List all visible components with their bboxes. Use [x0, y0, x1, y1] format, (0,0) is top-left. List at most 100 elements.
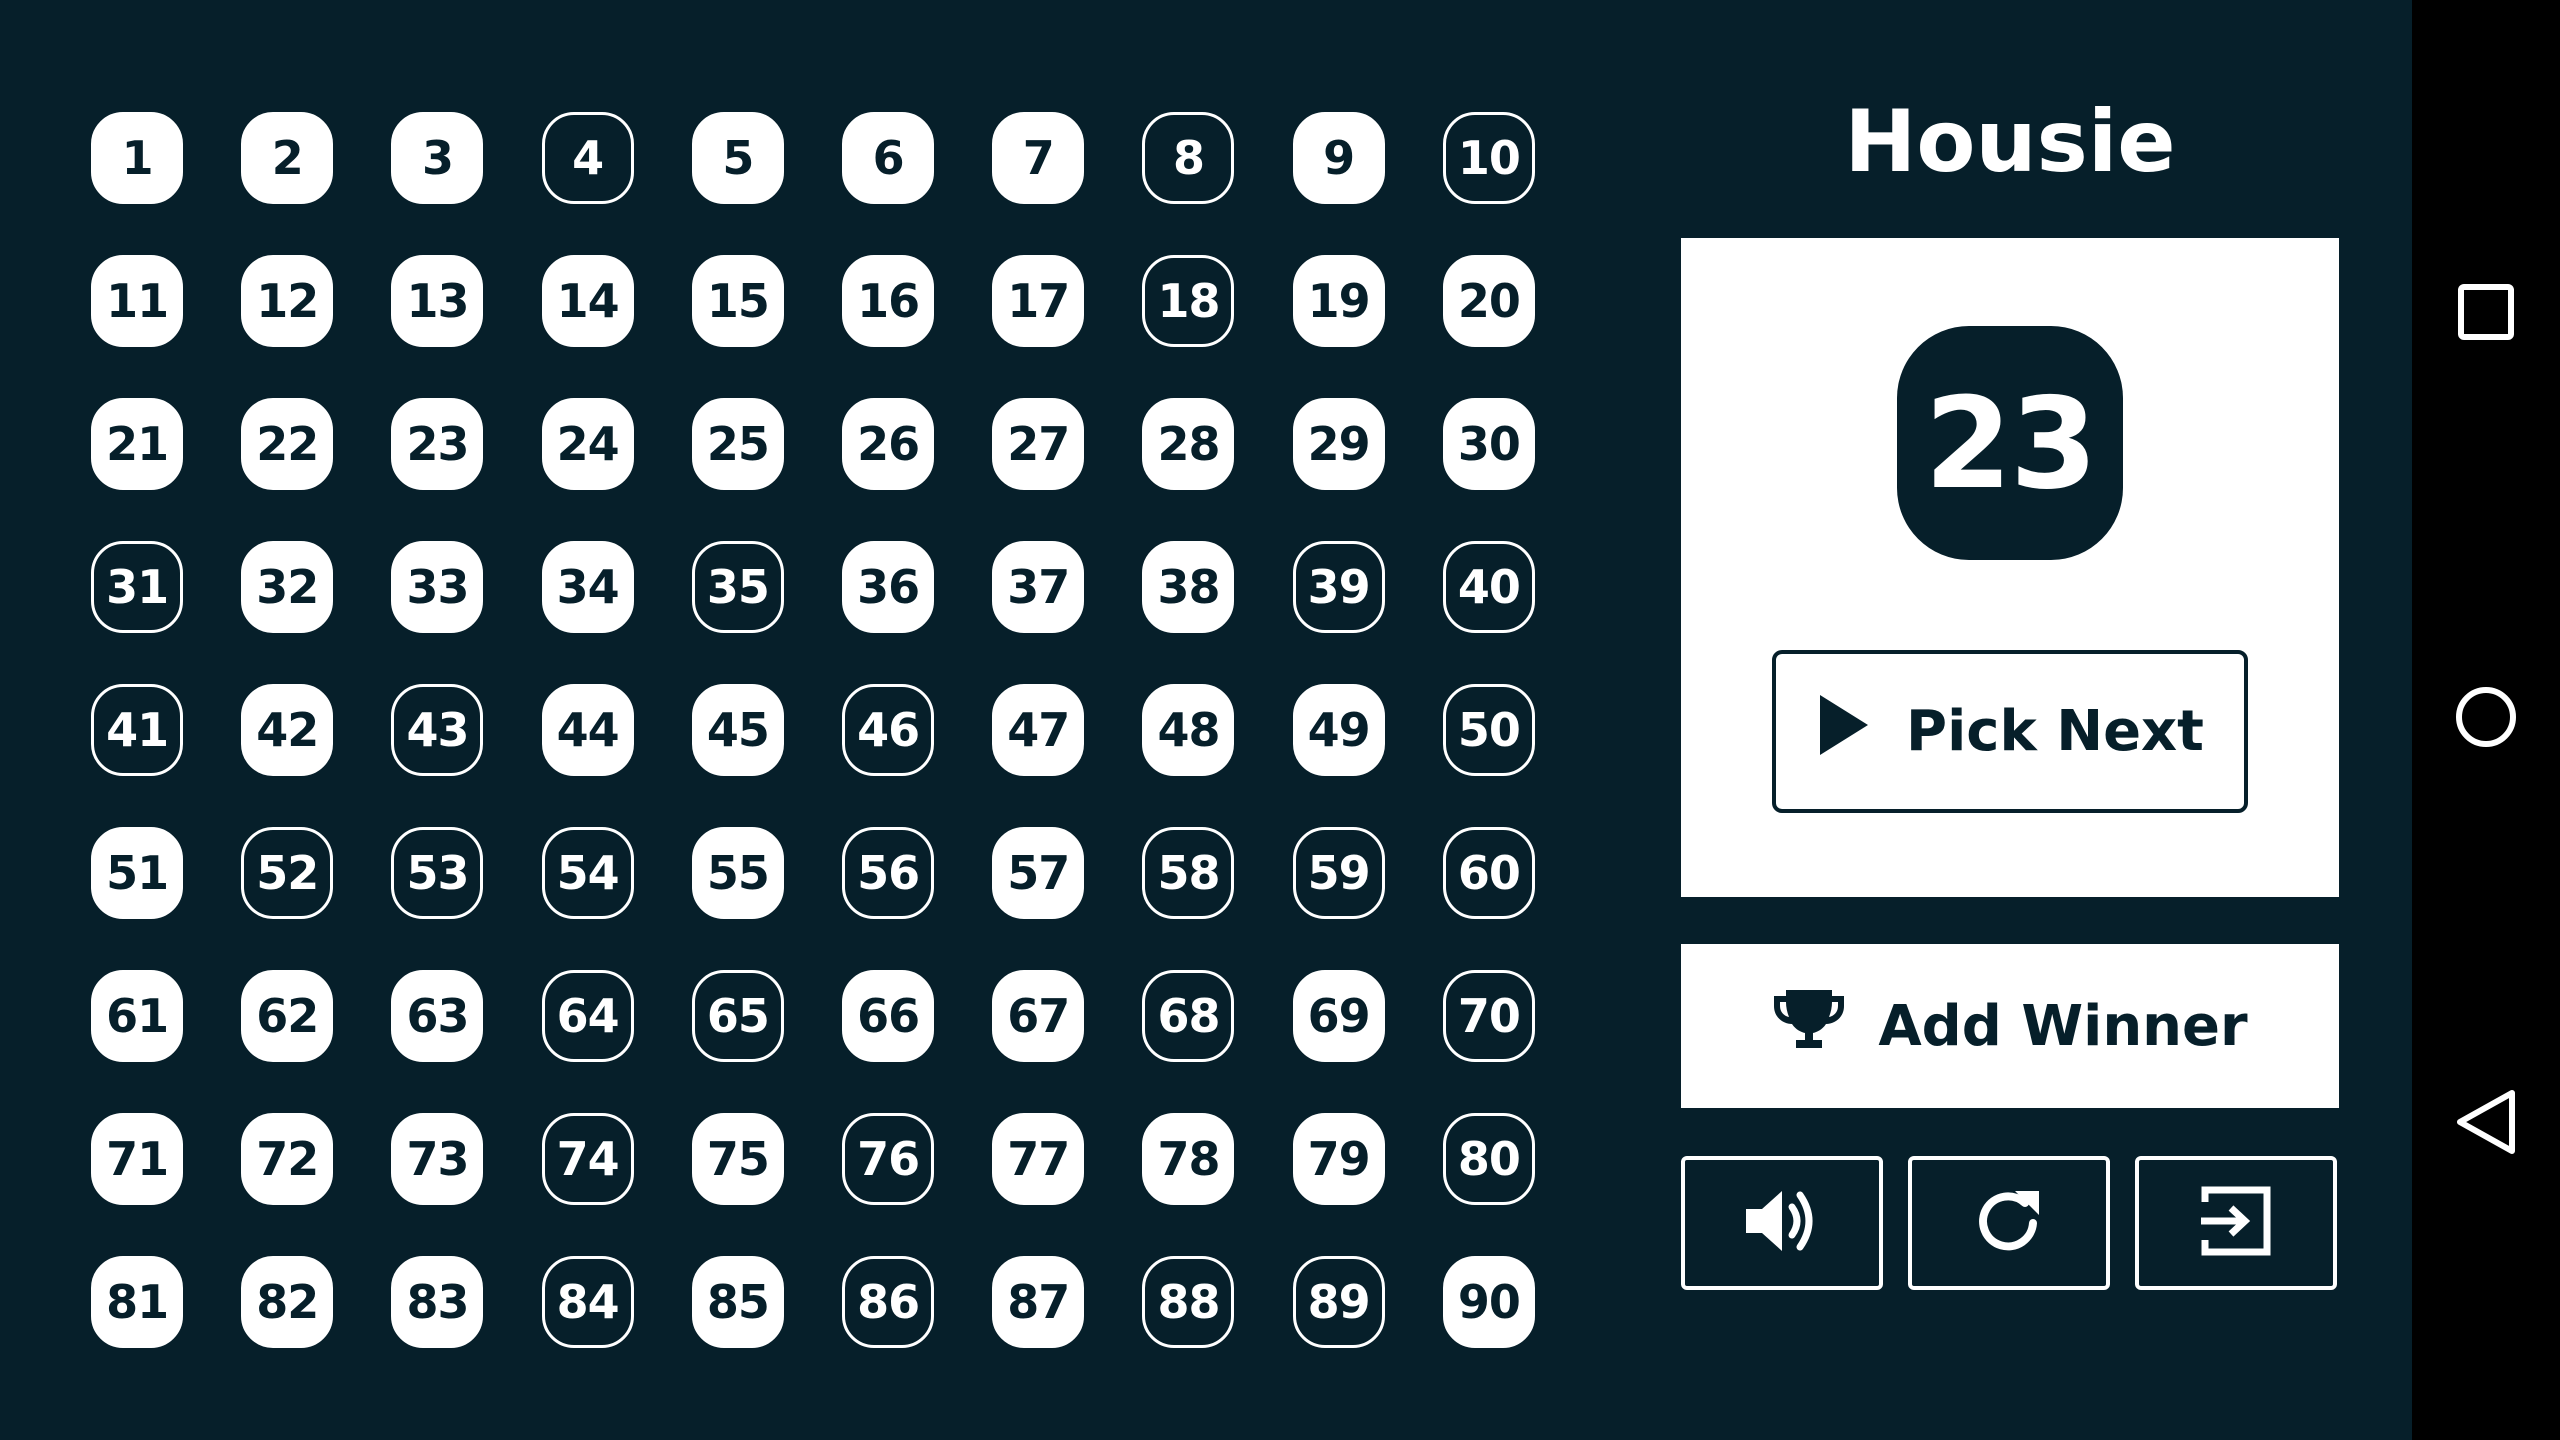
number-cell-26[interactable]: 26 [842, 397, 935, 490]
number-cell-10[interactable]: 10 [1442, 111, 1535, 204]
number-cell-77[interactable]: 77 [992, 1112, 1085, 1205]
home-button[interactable] [2436, 669, 2536, 769]
number-cell-38[interactable]: 38 [1142, 540, 1235, 633]
number-cell-52[interactable]: 52 [241, 826, 334, 919]
number-cell-86[interactable]: 86 [842, 1255, 935, 1348]
number-cell-14[interactable]: 14 [541, 254, 634, 347]
number-cell-75[interactable]: 75 [691, 1112, 784, 1205]
number-cell-7[interactable]: 7 [992, 111, 1085, 204]
number-cell-81[interactable]: 81 [91, 1255, 184, 1348]
number-cell-30[interactable]: 30 [1442, 397, 1535, 490]
number-cell-28[interactable]: 28 [1142, 397, 1235, 490]
number-cell-24[interactable]: 24 [541, 397, 634, 490]
number-cell-69[interactable]: 69 [1292, 969, 1385, 1062]
number-cell-3[interactable]: 3 [391, 111, 484, 204]
number-cell-53[interactable]: 53 [391, 826, 484, 919]
housie-screen: 1 2 3 4 5 6 7 8 9 10 11 12 13 14 15 16 17 18 19 20 21 22 23 24 2… [0, 0, 2560, 1440]
number-cell-70[interactable]: 70 [1442, 969, 1535, 1062]
number-cell-55[interactable]: 55 [691, 826, 784, 919]
number-cell-84[interactable]: 84 [541, 1255, 634, 1348]
number-cell-56[interactable]: 56 [842, 826, 935, 919]
number-cell-61[interactable]: 61 [91, 969, 184, 1062]
number-cell-43[interactable]: 43 [391, 683, 484, 776]
number-cell-22[interactable]: 22 [241, 397, 334, 490]
number-cell-49[interactable]: 49 [1292, 683, 1385, 776]
number-cell-58[interactable]: 58 [1142, 826, 1235, 919]
number-cell-11[interactable]: 11 [91, 254, 184, 347]
number-cell-48[interactable]: 48 [1142, 683, 1235, 776]
number-cell-34[interactable]: 34 [541, 540, 634, 633]
number-cell-6[interactable]: 6 [842, 111, 935, 204]
number-cell-72[interactable]: 72 [241, 1112, 334, 1205]
number-cell-68[interactable]: 68 [1142, 969, 1235, 1062]
number-cell-63[interactable]: 63 [391, 969, 484, 1062]
number-cell-60[interactable]: 60 [1442, 826, 1535, 919]
number-cell-66[interactable]: 66 [842, 969, 935, 1062]
number-cell-31[interactable]: 31 [91, 540, 184, 633]
number-cell-15[interactable]: 15 [691, 254, 784, 347]
number-cell-82[interactable]: 82 [241, 1255, 334, 1348]
number-cell-33[interactable]: 33 [391, 540, 484, 633]
number-cell-85[interactable]: 85 [691, 1255, 784, 1348]
number-cell-67[interactable]: 67 [992, 969, 1085, 1062]
number-cell-80[interactable]: 80 [1442, 1112, 1535, 1205]
number-cell-39[interactable]: 39 [1292, 540, 1385, 633]
number-cell-73[interactable]: 73 [391, 1112, 484, 1205]
number-cell-78[interactable]: 78 [1142, 1112, 1235, 1205]
number-cell-65[interactable]: 65 [691, 969, 784, 1062]
sound-toggle-button[interactable] [1681, 1156, 1883, 1290]
number-cell-25[interactable]: 25 [691, 397, 784, 490]
number-cell-2[interactable]: 2 [241, 111, 334, 204]
number-cell-4[interactable]: 4 [541, 111, 634, 204]
recents-button[interactable] [2436, 264, 2536, 364]
number-cell-62[interactable]: 62 [241, 969, 334, 1062]
number-cell-46[interactable]: 46 [842, 683, 935, 776]
number-cell-29[interactable]: 29 [1292, 397, 1385, 490]
number-cell-76[interactable]: 76 [842, 1112, 935, 1205]
number-cell-9[interactable]: 9 [1292, 111, 1385, 204]
number-cell-20[interactable]: 20 [1442, 254, 1535, 347]
number-cell-90[interactable]: 90 [1442, 1255, 1535, 1348]
number-cell-18[interactable]: 18 [1142, 254, 1235, 347]
number-cell-12[interactable]: 12 [241, 254, 334, 347]
number-cell-64[interactable]: 64 [541, 969, 634, 1062]
number-cell-44[interactable]: 44 [541, 683, 634, 776]
number-cell-57[interactable]: 57 [992, 826, 1085, 919]
number-cell-51[interactable]: 51 [91, 826, 184, 919]
pick-next-button[interactable]: Pick Next [1772, 650, 2248, 813]
number-cell-74[interactable]: 74 [541, 1112, 634, 1205]
number-cell-8[interactable]: 8 [1142, 111, 1235, 204]
number-cell-59[interactable]: 59 [1292, 826, 1385, 919]
number-cell-17[interactable]: 17 [992, 254, 1085, 347]
add-winner-button[interactable]: Add Winner [1681, 944, 2339, 1108]
number-cell-87[interactable]: 87 [992, 1255, 1085, 1348]
number-cell-71[interactable]: 71 [91, 1112, 184, 1205]
number-cell-21[interactable]: 21 [91, 397, 184, 490]
number-cell-54[interactable]: 54 [541, 826, 634, 919]
number-cell-50[interactable]: 50 [1442, 683, 1535, 776]
number-cell-41[interactable]: 41 [91, 683, 184, 776]
number-cell-16[interactable]: 16 [842, 254, 935, 347]
number-cell-13[interactable]: 13 [391, 254, 484, 347]
number-cell-40[interactable]: 40 [1442, 540, 1535, 633]
back-button[interactable] [2436, 1074, 2536, 1174]
number-cell-42[interactable]: 42 [241, 683, 334, 776]
number-cell-79[interactable]: 79 [1292, 1112, 1385, 1205]
number-cell-1[interactable]: 1 [91, 111, 184, 204]
number-cell-19[interactable]: 19 [1292, 254, 1385, 347]
number-cell-36[interactable]: 36 [842, 540, 935, 633]
number-cell-88[interactable]: 88 [1142, 1255, 1235, 1348]
number-cell-32[interactable]: 32 [241, 540, 334, 633]
number-cell-45[interactable]: 45 [691, 683, 784, 776]
number-cell-35[interactable]: 35 [691, 540, 784, 633]
number-cell-27[interactable]: 27 [992, 397, 1085, 490]
triangle-back-icon [2454, 1087, 2518, 1161]
number-cell-23[interactable]: 23 [391, 397, 484, 490]
number-cell-83[interactable]: 83 [391, 1255, 484, 1348]
number-cell-5[interactable]: 5 [691, 111, 784, 204]
reset-game-button[interactable] [1908, 1156, 2110, 1290]
exit-game-button[interactable] [2135, 1156, 2337, 1290]
number-cell-89[interactable]: 89 [1292, 1255, 1385, 1348]
number-cell-47[interactable]: 47 [992, 683, 1085, 776]
number-cell-37[interactable]: 37 [992, 540, 1085, 633]
